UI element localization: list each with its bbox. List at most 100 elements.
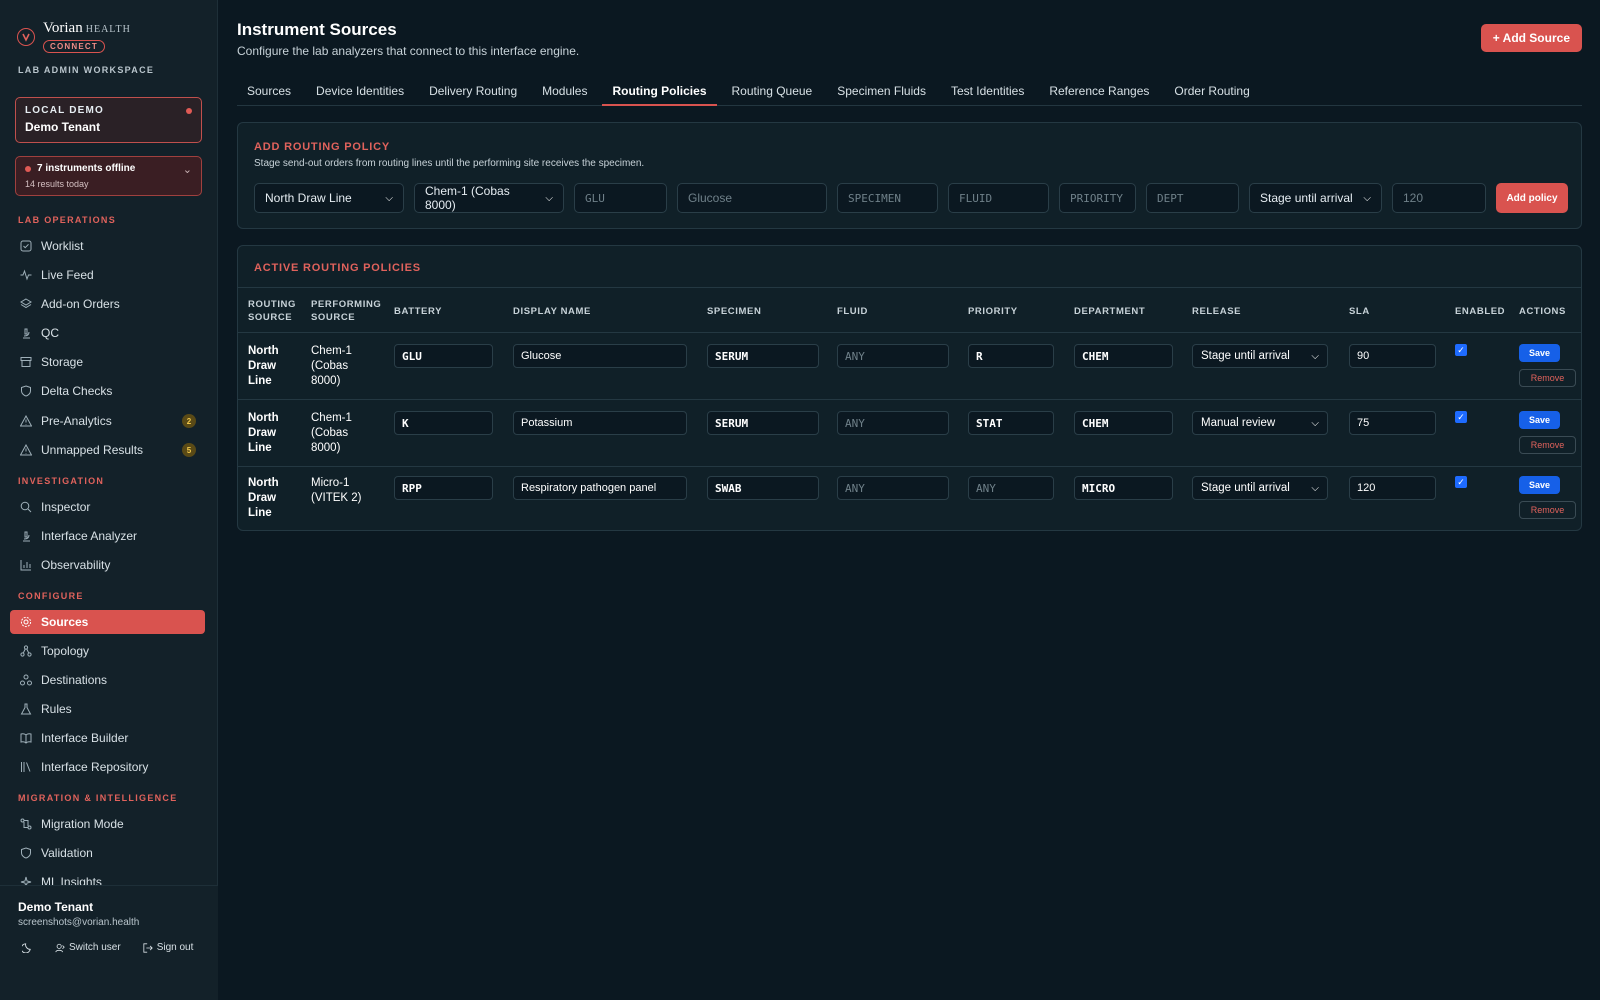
tab-reference-ranges[interactable]: Reference Ranges (1039, 80, 1159, 106)
display-name-input[interactable]: Glucose (513, 344, 687, 368)
sidebar-item-rules[interactable]: Rules (10, 697, 205, 721)
tab-test-identities[interactable]: Test Identities (941, 80, 1034, 106)
fluid-input[interactable]: ANY (837, 344, 949, 368)
specimen-input[interactable]: SWAB (707, 476, 819, 500)
fluid-input[interactable]: FLUID (948, 183, 1049, 213)
routing-source-cell: North Draw Line (248, 412, 279, 454)
battery-input[interactable]: K (394, 411, 493, 435)
sidebar-item-topology[interactable]: Topology (10, 639, 205, 663)
department-input[interactable]: DEPT (1146, 183, 1239, 213)
brand[interactable]: Vorian HEALTH CONNECT (17, 20, 131, 53)
book-open-icon (19, 732, 32, 745)
sidebar-item-destinations[interactable]: Destinations (10, 668, 205, 692)
offline-alert[interactable]: 7 instruments offline 14 results today ⌄ (15, 156, 202, 196)
save-button[interactable]: Save (1519, 476, 1560, 494)
department-input[interactable]: MICRO (1074, 476, 1173, 500)
routing-source-cell: North Draw Line (248, 345, 279, 387)
switch-user-button[interactable]: Switch user (55, 942, 121, 953)
sidebar-item-storage[interactable]: Storage (10, 350, 205, 374)
theme-toggle-button[interactable] (22, 942, 33, 953)
sidebar-item-interface-builder[interactable]: Interface Builder (10, 726, 205, 750)
sidebar-item-validation[interactable]: Validation (10, 841, 205, 865)
tab-sources[interactable]: Sources (237, 80, 301, 106)
sla-input[interactable]: 120 (1392, 183, 1486, 213)
release-select[interactable]: Stage until arrival ⌵ (1249, 183, 1382, 213)
brand-name: Vorian HEALTH (43, 20, 131, 36)
battery-input[interactable]: RPP (394, 476, 493, 500)
sla-input[interactable]: 90 (1349, 344, 1436, 368)
tab-modules[interactable]: Modules (532, 80, 597, 106)
enabled-checkbox[interactable]: ✓ (1455, 411, 1467, 423)
sidebar-item-observability[interactable]: Observability (10, 553, 205, 577)
save-button[interactable]: Save (1519, 344, 1560, 362)
save-button[interactable]: Save (1519, 411, 1560, 429)
tab-device-identities[interactable]: Device Identities (306, 80, 414, 106)
search-icon (19, 501, 32, 514)
tab-order-routing[interactable]: Order Routing (1164, 80, 1259, 106)
sla-input[interactable]: 75 (1349, 411, 1436, 435)
tenant-name: Demo Tenant (25, 120, 101, 134)
specimen-input[interactable]: SERUM (707, 411, 819, 435)
sidebar-item-worklist[interactable]: Worklist (10, 234, 205, 258)
add-policy-button[interactable]: Add policy (1496, 183, 1568, 213)
specimen-input[interactable]: SERUM (707, 344, 819, 368)
remove-button[interactable]: Remove (1519, 436, 1576, 454)
battery-input[interactable]: GLU (574, 183, 667, 213)
sidebar-item-pre-analytics[interactable]: Pre-Analytics 2 (10, 409, 205, 433)
nav-section-investigation: INVESTIGATION (18, 476, 105, 486)
tenant-card[interactable]: LOCAL DEMO Demo Tenant (15, 97, 202, 143)
display-name-input[interactable]: Respiratory pathogen panel (513, 476, 687, 500)
enabled-checkbox[interactable]: ✓ (1455, 476, 1467, 488)
performing-source-select[interactable]: Chem-1 (Cobas 8000) ⌵ (414, 183, 564, 213)
sidebar-item-addon-orders[interactable]: Add-on Orders (10, 292, 205, 316)
enabled-checkbox[interactable]: ✓ (1455, 344, 1467, 356)
priority-input[interactable]: PRIORITY (1059, 183, 1136, 213)
tab-specimen-fluids[interactable]: Specimen Fluids (827, 80, 936, 106)
sidebar-item-live-feed[interactable]: Live Feed (10, 263, 205, 287)
display-name-input[interactable]: Potassium (513, 411, 687, 435)
tab-routing-policies[interactable]: Routing Policies (602, 80, 717, 106)
sidebar-item-qc[interactable]: QC (10, 321, 205, 345)
sla-input[interactable]: 120 (1349, 476, 1436, 500)
tenant-env-label: LOCAL DEMO (25, 105, 105, 116)
priority-input[interactable]: STAT (968, 411, 1054, 435)
display-name-input[interactable]: Glucose (677, 183, 827, 213)
sidebar-item-delta-checks[interactable]: Delta Checks (10, 379, 205, 403)
chevron-down-icon[interactable]: ⌄ (183, 163, 192, 176)
routing-source-select[interactable]: North Draw Line ⌵ (254, 183, 404, 213)
page-title: Instrument Sources (237, 20, 397, 39)
col-priority: PRIORITY (968, 305, 1018, 317)
chevron-down-icon: ⌵ (1363, 192, 1371, 204)
col-sla: SLA (1349, 305, 1370, 317)
sidebar-item-interface-repository[interactable]: Interface Repository (10, 755, 205, 779)
sidebar-item-migration-mode[interactable]: Migration Mode (10, 812, 205, 836)
tab-routing-queue[interactable]: Routing Queue (722, 80, 823, 106)
department-input[interactable]: CHEM (1074, 411, 1173, 435)
priority-input[interactable]: R (968, 344, 1054, 368)
fluid-input[interactable]: ANY (837, 476, 949, 500)
tab-delivery-routing[interactable]: Delivery Routing (419, 80, 527, 106)
chevron-down-icon: ⌵ (1311, 350, 1319, 362)
release-select[interactable]: Manual review ⌵ (1192, 411, 1328, 435)
col-routing-source: ROUTING SOURCE (248, 299, 297, 323)
release-select[interactable]: Stage until arrival ⌵ (1192, 344, 1328, 368)
battery-input[interactable]: GLU (394, 344, 493, 368)
sidebar-item-interface-analyzer[interactable]: Interface Analyzer (10, 524, 205, 548)
library-icon (19, 761, 32, 774)
remove-button[interactable]: Remove (1519, 369, 1576, 387)
priority-input[interactable]: ANY (968, 476, 1054, 500)
sidebar-item-unmapped-results[interactable]: Unmapped Results 5 (10, 438, 205, 462)
sidebar-item-inspector[interactable]: Inspector (10, 495, 205, 519)
release-select[interactable]: Stage until arrival ⌵ (1192, 476, 1328, 500)
remove-button[interactable]: Remove (1519, 501, 1576, 519)
department-input[interactable]: CHEM (1074, 344, 1173, 368)
fluid-input[interactable]: ANY (837, 411, 949, 435)
webhook-icon (19, 674, 32, 687)
sidebar-item-sources[interactable]: Sources (10, 610, 205, 634)
specimen-input[interactable]: SPECIMEN (837, 183, 938, 213)
sign-out-button[interactable]: Sign out (143, 942, 193, 953)
col-display-name: DISPLAY NAME (513, 305, 591, 317)
add-source-button[interactable]: + Add Source (1480, 24, 1582, 52)
table-row: North Draw Line Chem-1 (Cobas 8000) GLU Gluc… (238, 334, 1581, 400)
brand-logo-icon (17, 28, 35, 46)
